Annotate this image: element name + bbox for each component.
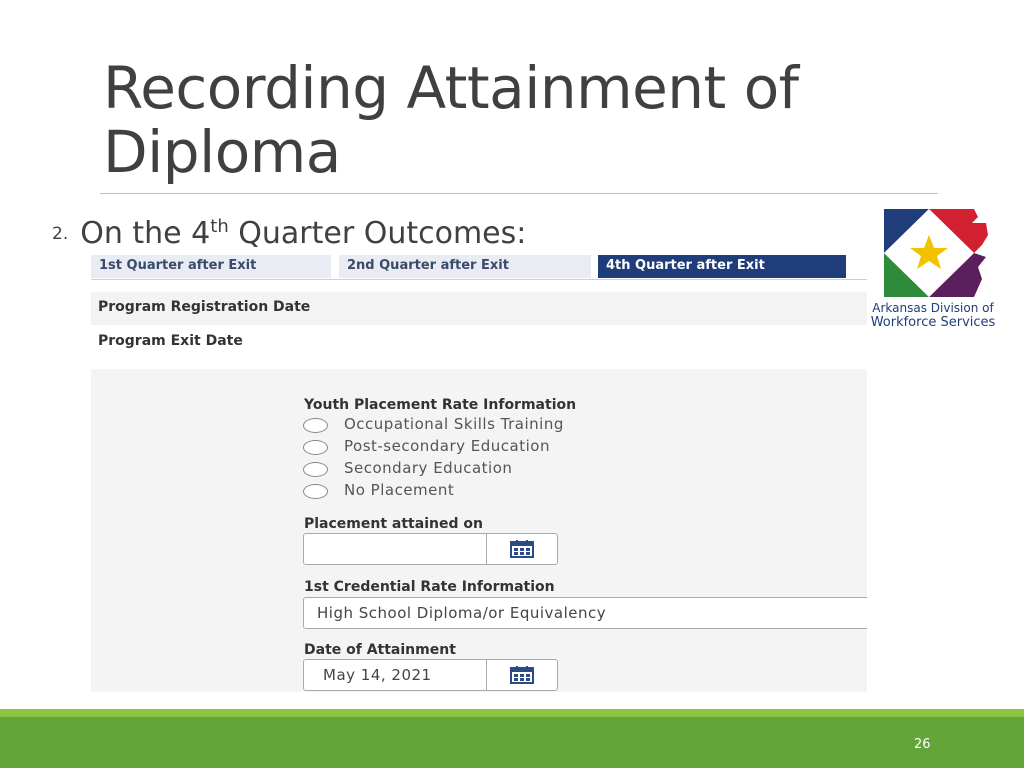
title-divider — [100, 193, 938, 194]
youth-placement-heading: Youth Placement Rate Information — [304, 397, 577, 413]
radio-button[interactable] — [303, 440, 328, 455]
footer-band — [0, 717, 1024, 768]
page-number: 26 — [914, 737, 931, 752]
radio-label: Secondary Education — [344, 459, 513, 477]
radio-button[interactable] — [303, 462, 328, 477]
program-registration-date-label: Program Registration Date — [91, 292, 867, 325]
footer-accent-stripe — [0, 709, 1024, 717]
radio-label: Post-secondary Education — [344, 437, 550, 455]
outcomes-panel: Youth Placement Rate Information Occupat… — [91, 369, 867, 692]
tab-4th-quarter[interactable]: 4th Quarter after Exit — [598, 255, 846, 278]
slide-title-line-1: Recording Attainment of — [103, 54, 799, 122]
credential-select-value: High School Diploma/or Equivalency — [317, 604, 607, 622]
agency-logo: Arkansas Division of Workforce Services — [862, 205, 1004, 333]
calendar-button[interactable] — [486, 660, 557, 690]
placement-attained-date-input[interactable] — [303, 533, 558, 565]
radio-button[interactable] — [303, 484, 328, 499]
quarter-tabs: 1st Quarter after Exit 2nd Quarter after… — [91, 255, 867, 280]
step-text-superscript: th — [210, 216, 229, 237]
tab-1st-quarter[interactable]: 1st Quarter after Exit — [91, 255, 331, 278]
calendar-button[interactable] — [486, 534, 557, 564]
credential-rate-label: 1st Credential Rate Information — [304, 579, 555, 595]
arkansas-state-star-icon — [884, 209, 988, 297]
step-instruction: 2. On the 4th Quarter Outcomes: — [52, 216, 526, 251]
slide-title: Recording Attainment of Diploma — [103, 56, 799, 184]
form-screenshot: 1st Quarter after Exit 2nd Quarter after… — [91, 255, 867, 692]
radio-label: Occupational Skills Training — [344, 415, 564, 433]
logo-text-line-1: Arkansas Division of — [872, 301, 994, 315]
placement-attained-label: Placement attained on — [304, 516, 483, 532]
date-of-attainment-input[interactable]: May 14, 2021 — [303, 659, 558, 691]
step-text: On the 4th Quarter Outcomes: — [80, 216, 526, 251]
calendar-icon — [510, 540, 534, 558]
step-text-before: On the 4 — [80, 216, 211, 251]
radio-label: No Placement — [344, 481, 455, 499]
step-text-after: Quarter Outcomes: — [228, 216, 527, 251]
slide-title-line-2: Diploma — [103, 118, 341, 186]
logo-text-line-2: Workforce Services — [870, 315, 996, 330]
calendar-icon — [510, 666, 534, 684]
step-number: 2. — [52, 223, 69, 244]
date-of-attainment-value: May 14, 2021 — [323, 666, 432, 684]
tab-2nd-quarter[interactable]: 2nd Quarter after Exit — [339, 255, 591, 278]
radio-button[interactable] — [303, 418, 328, 433]
credential-select[interactable]: High School Diploma/or Equivalency — [303, 597, 867, 629]
program-exit-date-label: Program Exit Date — [91, 327, 867, 357]
date-of-attainment-label: Date of Attainment — [304, 642, 456, 658]
